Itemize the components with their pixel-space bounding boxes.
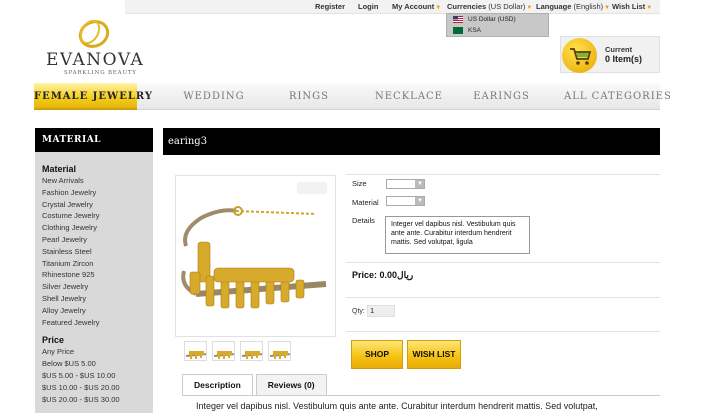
wish-list-label: Wish List [612,2,646,11]
size-select[interactable]: ▼ [386,179,425,189]
sidebar-link-price[interactable]: $US 20.00 - $US 30.00 [35,394,153,406]
product-price: Price: 0.00ريال [352,270,414,280]
sidebar-link-material[interactable]: Titanium Zircon [35,258,153,270]
divider [346,331,660,332]
cart-label: Current [605,45,633,54]
my-account-menu[interactable]: My Account▼ [392,2,441,11]
material-select[interactable]: ▼ [386,196,425,206]
product-thumbnail[interactable] [184,341,207,361]
register-link[interactable]: Register [315,2,345,11]
chevron-down-icon: ▼ [646,5,653,11]
nav-item-rings[interactable]: RINGS [264,83,354,110]
chevron-down-icon: ▼ [604,5,611,11]
product-thumbnail[interactable] [240,341,263,361]
sidebar-link-material[interactable]: Costume Jewelry [35,210,153,222]
sidebar-link-material[interactable]: Pearl Jewelry [35,234,153,246]
chevron-down-icon: ▼ [435,5,442,11]
nav-item-all-categories[interactable]: ALL CATEGORIES [564,83,671,110]
sidebar-link-material[interactable]: Stainless Steel [35,246,153,258]
chevron-down-icon: ▼ [526,5,533,11]
logo-tagline: SPARKLING BEAUTY [64,70,137,76]
nav-item-necklace[interactable]: NECKLACE [364,83,454,110]
language-value: (English) [573,2,604,11]
details-textbox[interactable]: Integer vel dapibus nisl. Vestibulum qui… [385,216,530,254]
shop-button[interactable]: SHOP [351,340,403,369]
description-text: Integer vel dapibus nisl. Vestibulum qui… [196,401,598,411]
sidebar-link-material[interactable]: New Arrivals [35,175,153,187]
shopping-cart-icon [570,48,592,65]
sidebar-link-material[interactable]: Clothing Jewelry [35,222,153,234]
qty-label: Qty: [352,308,365,315]
currency-option-label: US Dollar (USD) [468,16,516,23]
price-list: Any Price Below $US 5.00 $US 5.00 - $US 10… [35,346,153,405]
tab-description[interactable]: Description [182,374,253,395]
tab-reviews[interactable]: Reviews (0) [255,374,327,395]
sidebar-link-price[interactable]: Below $US 5.00 [35,358,153,370]
divider [346,297,660,298]
sidebar-link-price[interactable]: Any Price [35,346,153,358]
cart-badge [562,38,597,73]
image-zoom-tag [297,182,327,194]
qty-input[interactable]: 1 [367,305,395,317]
login-link[interactable]: Login [358,2,378,11]
material-label: Material [352,198,379,207]
language-menu[interactable]: Language (English)▼ [536,2,610,11]
main-nav: FEMALE JEWELRY WEDDING RINGS NECKLACE EA… [34,83,671,110]
wish-list-menu[interactable]: Wish List▼ [612,2,652,11]
sidebar-link-material[interactable]: Shell Jewelry [35,293,153,305]
material-list: New Arrivals Fashion Jewelry Crystal Jewel… [35,175,153,328]
product-image[interactable] [175,175,336,337]
product-title: earing3 [163,128,660,155]
sidebar-link-price[interactable]: $US 10.00 - $US 20.00 [35,382,153,394]
nav-item-wedding[interactable]: WEDDING [164,83,264,110]
sidebar-link-material[interactable]: Silver Jewelry [35,281,153,293]
product-tabs: Description Reviews (0) [182,374,330,395]
sidebar-header: MATERIAL [35,128,153,152]
tab-divider [182,395,660,396]
chevron-down-icon: ▼ [417,181,423,187]
us-flag-icon [453,16,463,23]
currency-dropdown: US Dollar (USD) KSA [446,13,549,37]
my-account-label: My Account [392,2,435,11]
bracelet-image [181,206,327,309]
thumbnail-strip [184,341,291,361]
sidebar-link-material[interactable]: Fashion Jewelry [35,187,153,199]
cart-count: 0 Item(s) [605,54,643,64]
currencies-label: Currencies [447,2,487,11]
wish-list-button[interactable]: WISH LIST [407,340,461,369]
product-thumbnail[interactable] [268,341,291,361]
saudi-flag-icon [453,27,463,34]
material-heading: Material [42,164,77,174]
details-label: Details [352,216,375,225]
product-thumbnail[interactable] [212,341,235,361]
sidebar-link-material[interactable]: Crystal Jewelry [35,199,153,211]
price-heading: Price [42,335,65,346]
cart-widget[interactable]: Current 0 Item(s) [560,36,660,73]
sidebar: MATERIAL Material New Arrivals Fashion Je… [35,128,153,413]
currencies-value: (US Dollar) [488,2,526,11]
currencies-menu[interactable]: Currencies (US Dollar)▼ [447,2,532,11]
sidebar-link-material[interactable]: Featured Jewelry [35,317,153,329]
nav-item-earings[interactable]: EARINGS [454,83,549,110]
currency-option-label: KSA [468,27,482,34]
divider [346,262,660,263]
currency-option-ksa[interactable]: KSA [447,25,548,36]
currency-option-usd[interactable]: US Dollar (USD) [447,14,548,25]
sidebar-link-material[interactable]: Alloy Jewelry [35,305,153,317]
size-label: Size [352,179,367,188]
logo-name: EVANOVA [46,50,145,70]
language-label: Language [536,2,572,11]
divider [346,174,660,175]
sidebar-link-price[interactable]: $US 5.00 - $US 10.00 [35,370,153,382]
chevron-down-icon: ▼ [417,198,423,204]
nav-item-female-jewelry[interactable]: FEMALE JEWELRY [34,83,152,110]
sidebar-link-material[interactable]: Rhinestone 925 [35,269,153,281]
